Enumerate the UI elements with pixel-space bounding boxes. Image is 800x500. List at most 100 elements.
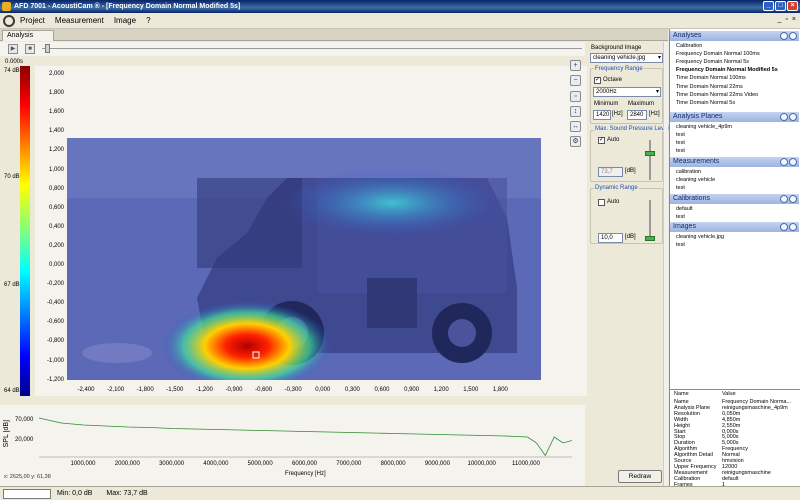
tree-item-analyses[interactable]: Calibration bbox=[676, 43, 702, 49]
time-slider-track[interactable] bbox=[42, 48, 582, 49]
x-tick: -0,300 bbox=[284, 387, 302, 393]
tree-item-analyses[interactable]: Time Domain Normal 100ms bbox=[676, 75, 746, 81]
spl-x-tick: 3000,000 bbox=[159, 461, 185, 467]
add-icon[interactable] bbox=[789, 158, 797, 166]
menu-measurement[interactable]: Measurement bbox=[55, 16, 104, 25]
tree-item-images[interactable]: cleaning vehicle.jpg bbox=[676, 234, 724, 240]
control-panel-scrollbar[interactable] bbox=[663, 42, 668, 486]
collapse-icon[interactable] bbox=[780, 32, 788, 40]
tab-analysis[interactable]: Analysis bbox=[2, 30, 54, 41]
colorbar bbox=[20, 66, 30, 396]
spl-line-chart[interactable] bbox=[39, 413, 572, 458]
dynamic-auto-checkbox[interactable] bbox=[598, 199, 605, 206]
tree-item-measurements[interactable]: cleaning vehicle bbox=[676, 177, 715, 183]
add-icon[interactable] bbox=[789, 113, 797, 121]
background-image-select[interactable]: cleaning vehicle.jpg ▾ bbox=[590, 53, 663, 63]
section-header-measurements[interactable]: Measurements bbox=[670, 157, 799, 167]
close-button[interactable]: × bbox=[787, 1, 798, 11]
y-tick: 1,400 bbox=[48, 128, 64, 135]
acoustic-image[interactable] bbox=[67, 138, 541, 380]
tree-item-images[interactable]: test bbox=[676, 242, 685, 248]
x-tick: 0,900 bbox=[404, 387, 420, 393]
property-name: Frames bbox=[674, 481, 693, 488]
minimize-button[interactable]: _ bbox=[763, 1, 774, 11]
zoom-in-icon[interactable]: + bbox=[570, 60, 581, 71]
background-image-label: Background Image bbox=[591, 45, 642, 51]
spl-y-tick: 70,000 bbox=[15, 417, 34, 423]
section-header-images[interactable]: Images bbox=[670, 222, 799, 232]
octave-select[interactable]: 2000Hz ▾ bbox=[593, 87, 661, 97]
tree-item-measurements[interactable]: calibration bbox=[676, 169, 701, 175]
horizontal-fit-icon[interactable]: ↔ bbox=[570, 121, 581, 132]
chevron-down-icon: ▾ bbox=[657, 55, 661, 61]
collapse-icon[interactable] bbox=[780, 195, 788, 203]
chevron-down-icon: ▾ bbox=[655, 89, 659, 95]
menu-project[interactable]: Project bbox=[20, 16, 45, 25]
tree-item-calibrations[interactable]: default bbox=[676, 206, 693, 212]
y-tick: 2,000 bbox=[48, 71, 64, 77]
y-tick: 1,800 bbox=[48, 90, 64, 97]
time-slider-thumb[interactable] bbox=[45, 44, 50, 53]
x-tick: 0,000 bbox=[315, 387, 331, 393]
dynamic-slider-thumb[interactable] bbox=[645, 236, 655, 241]
tree-item-analysis-planes[interactable]: cleaning vehicle_4p9m bbox=[676, 124, 732, 130]
max-spl-slider-thumb[interactable] bbox=[645, 151, 655, 156]
max-spl-auto-checkbox[interactable]: ✓ bbox=[598, 137, 605, 144]
zoom-out-icon[interactable]: − bbox=[570, 75, 581, 86]
dynamic-range-input[interactable]: 10,0 bbox=[598, 233, 623, 243]
menu-image[interactable]: Image bbox=[114, 16, 136, 25]
dynamic-auto-label: Auto bbox=[607, 199, 620, 205]
section-title: Measurements bbox=[673, 158, 720, 165]
play-icon[interactable]: ▶ bbox=[8, 44, 18, 54]
vertical-fit-icon[interactable]: ↕ bbox=[570, 106, 581, 117]
tree-item-analyses[interactable]: Frequency Domain Normal Modified 5s bbox=[676, 67, 778, 73]
x-tick: -1,200 bbox=[195, 387, 213, 393]
tree-item-analyses[interactable]: Time Domain Normal 5s bbox=[676, 100, 735, 106]
minimum-input[interactable]: 1420 bbox=[593, 110, 611, 120]
section-header-analyses[interactable]: Analyses bbox=[670, 31, 799, 41]
section-icons bbox=[780, 195, 797, 203]
tree-item-analyses[interactable]: Time Domain Normal 22ms Video bbox=[676, 92, 758, 98]
redraw-button[interactable]: Redraw bbox=[618, 470, 662, 483]
tree-item-measurements[interactable]: test bbox=[676, 185, 685, 191]
max-spl-slider-track[interactable] bbox=[649, 140, 651, 180]
zoom-fit-icon[interactable]: ▫ bbox=[570, 91, 581, 102]
collapse-icon[interactable] bbox=[780, 158, 788, 166]
x-tick: -2,100 bbox=[107, 387, 125, 393]
tree-item-analysis-planes[interactable]: test bbox=[676, 148, 685, 154]
mdi-close-button[interactable]: × bbox=[792, 16, 796, 23]
tree-item-analyses[interactable]: Time Domain Normal 22ms bbox=[676, 84, 743, 90]
stop-icon[interactable]: ■ bbox=[25, 44, 35, 54]
x-tick: -1,500 bbox=[166, 387, 184, 393]
add-icon[interactable] bbox=[789, 223, 797, 231]
tree-item-analyses[interactable]: Frequency Domain Normal 100ms bbox=[676, 51, 760, 57]
spl-x-tick: 11000,000 bbox=[512, 461, 540, 467]
dynamic-slider-track[interactable] bbox=[649, 200, 651, 240]
tree-item-analyses[interactable]: Frequency Domain Normal 5s bbox=[676, 59, 749, 65]
octave-checkbox[interactable]: ✓ bbox=[594, 77, 601, 84]
settings-icon[interactable]: ⚙ bbox=[570, 136, 581, 147]
collapse-icon[interactable] bbox=[780, 113, 788, 121]
add-icon[interactable] bbox=[789, 32, 797, 40]
add-icon[interactable] bbox=[789, 195, 797, 203]
section-title: Calibrations bbox=[673, 195, 710, 202]
mdi-controls: _ ▫ × bbox=[778, 16, 796, 23]
tree-item-analysis-planes[interactable]: test bbox=[676, 132, 685, 138]
section-header-calibrations[interactable]: Calibrations bbox=[670, 194, 799, 204]
playback-toolbar: ▶ ■ bbox=[0, 42, 585, 56]
x-tick: 1,800 bbox=[492, 387, 508, 393]
vehicle-acoustic-map bbox=[67, 138, 541, 380]
maximum-input[interactable]: 2840 bbox=[627, 110, 647, 120]
max-spl-input[interactable]: 73,7 bbox=[598, 167, 623, 177]
status-min: Min: 0,0 dB bbox=[57, 490, 93, 497]
mdi-minimize-button[interactable]: _ bbox=[778, 16, 782, 23]
mdi-restore-button[interactable]: ▫ bbox=[785, 16, 787, 23]
tree-item-analysis-planes[interactable]: test bbox=[676, 140, 685, 146]
menu-help[interactable]: ? bbox=[146, 16, 150, 25]
section-header-analysis-planes[interactable]: Analysis Planes bbox=[670, 112, 799, 122]
maximize-button[interactable]: □ bbox=[775, 1, 786, 11]
tree-item-calibrations[interactable]: test bbox=[676, 214, 685, 220]
collapse-icon[interactable] bbox=[780, 223, 788, 231]
status-bar: Min: 0,0 dB Max: 73,7 dB bbox=[0, 486, 800, 500]
section-icons bbox=[780, 113, 797, 121]
